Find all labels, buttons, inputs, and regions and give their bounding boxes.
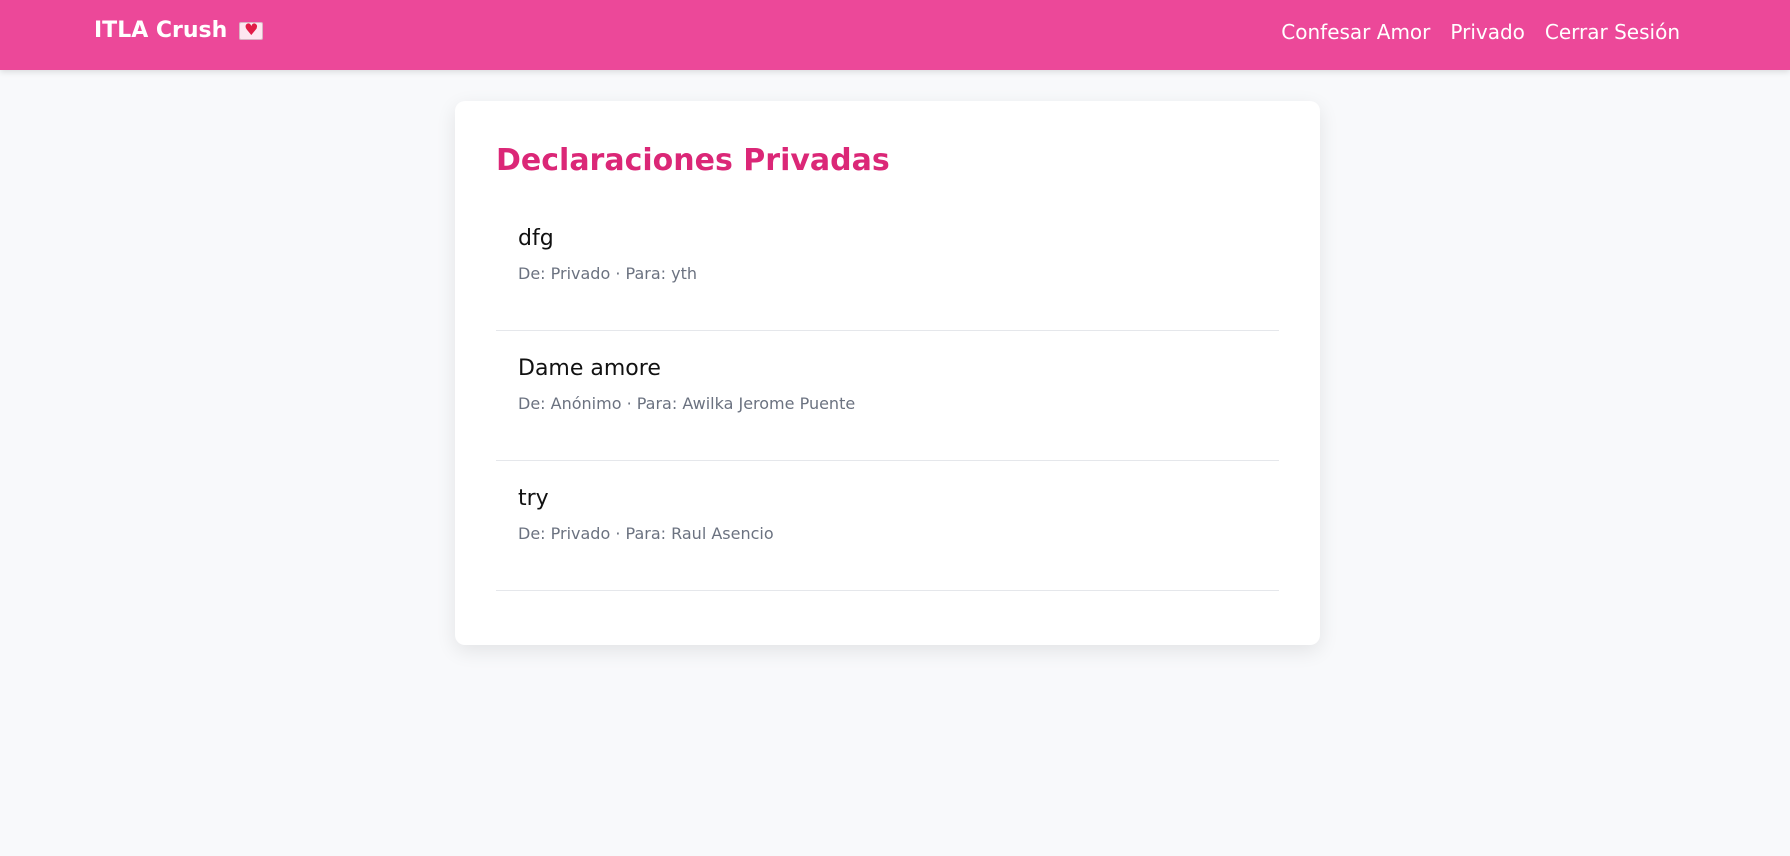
nav-links: Confesar Amor Privado Cerrar Sesión — [1281, 20, 1680, 44]
declarations-card: Declaraciones Privadas dfg De: Privado ·… — [455, 101, 1320, 645]
declaration-message: dfg — [518, 226, 554, 251]
brand-name: ITLA Crush — [94, 18, 228, 43]
list-item: Dame amore De: Anónimo · Para: Awilka Je… — [496, 331, 1279, 461]
nav-link-privado[interactable]: Privado — [1450, 20, 1525, 44]
declaration-message: Dame amore — [518, 356, 661, 381]
nav-link-cerrar-sesion[interactable]: Cerrar Sesión — [1545, 20, 1680, 44]
declarations-list: dfg De: Privado · Para: yth Dame amore D… — [496, 201, 1279, 591]
nav-link-confesar-amor[interactable]: Confesar Amor — [1281, 20, 1430, 44]
declaration-meta: De: Privado · Para: yth — [518, 263, 697, 283]
navbar: ITLA Crush Confesar Amor Privado Cerrar … — [0, 0, 1790, 70]
brand-link[interactable]: ITLA Crush — [94, 18, 264, 43]
list-item: dfg De: Privado · Para: yth — [496, 201, 1279, 331]
page-title: Declaraciones Privadas — [496, 143, 890, 178]
love-letter-icon — [239, 20, 264, 40]
declaration-message: try — [518, 486, 549, 511]
declaration-meta: De: Anónimo · Para: Awilka Jerome Puente — [518, 393, 856, 413]
list-item: try De: Privado · Para: Raul Asencio — [496, 461, 1279, 591]
declaration-meta: De: Privado · Para: Raul Asencio — [518, 523, 774, 543]
